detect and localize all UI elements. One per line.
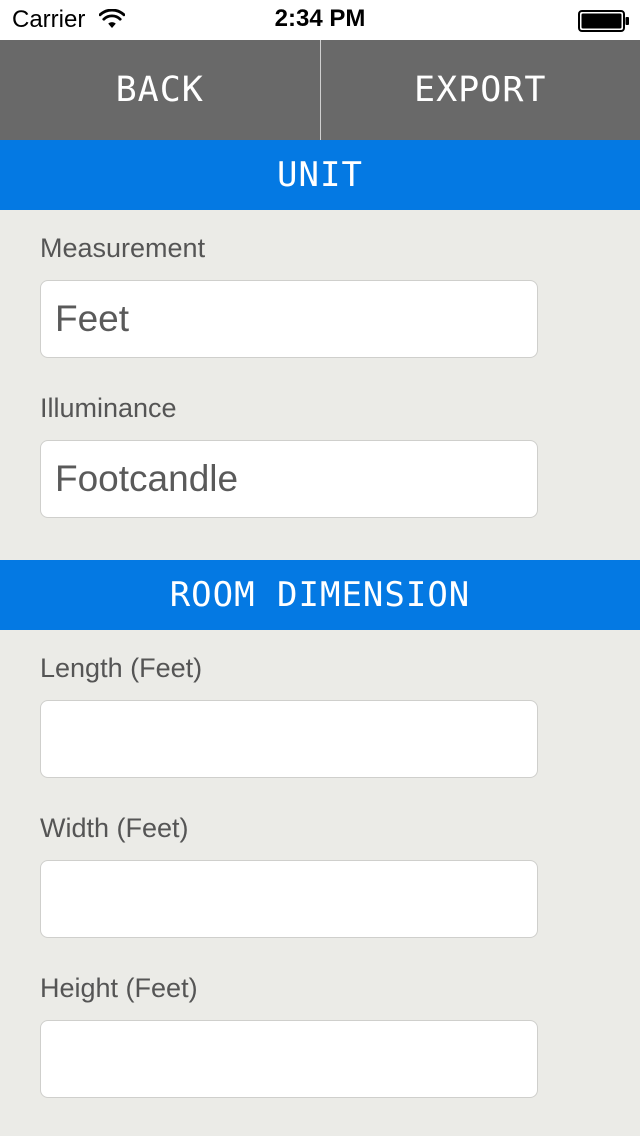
illuminance-label: Illuminance (40, 393, 177, 423)
top-toolbar: BACK EXPORT (0, 40, 640, 140)
room-dimension-section-header: ROOM DIMENSION (0, 560, 640, 630)
illuminance-field[interactable] (40, 440, 538, 518)
export-button[interactable]: EXPORT (321, 40, 640, 140)
height-label: Height (Feet) (40, 973, 198, 1003)
length-label: Length (Feet) (40, 653, 203, 683)
unit-section-header: UNIT (0, 140, 640, 210)
length-field[interactable] (40, 700, 538, 778)
measurement-label: Measurement (40, 233, 206, 263)
battery-icon (578, 10, 629, 32)
status-time: 2:34 PM (274, 5, 366, 32)
width-label: Width (Feet) (40, 813, 189, 843)
status-bar: Carrier 2:34 PM (0, 0, 640, 40)
back-button[interactable]: BACK (0, 40, 320, 140)
width-field[interactable] (40, 860, 538, 938)
height-field[interactable] (40, 1020, 538, 1098)
measurement-field[interactable] (40, 280, 538, 358)
